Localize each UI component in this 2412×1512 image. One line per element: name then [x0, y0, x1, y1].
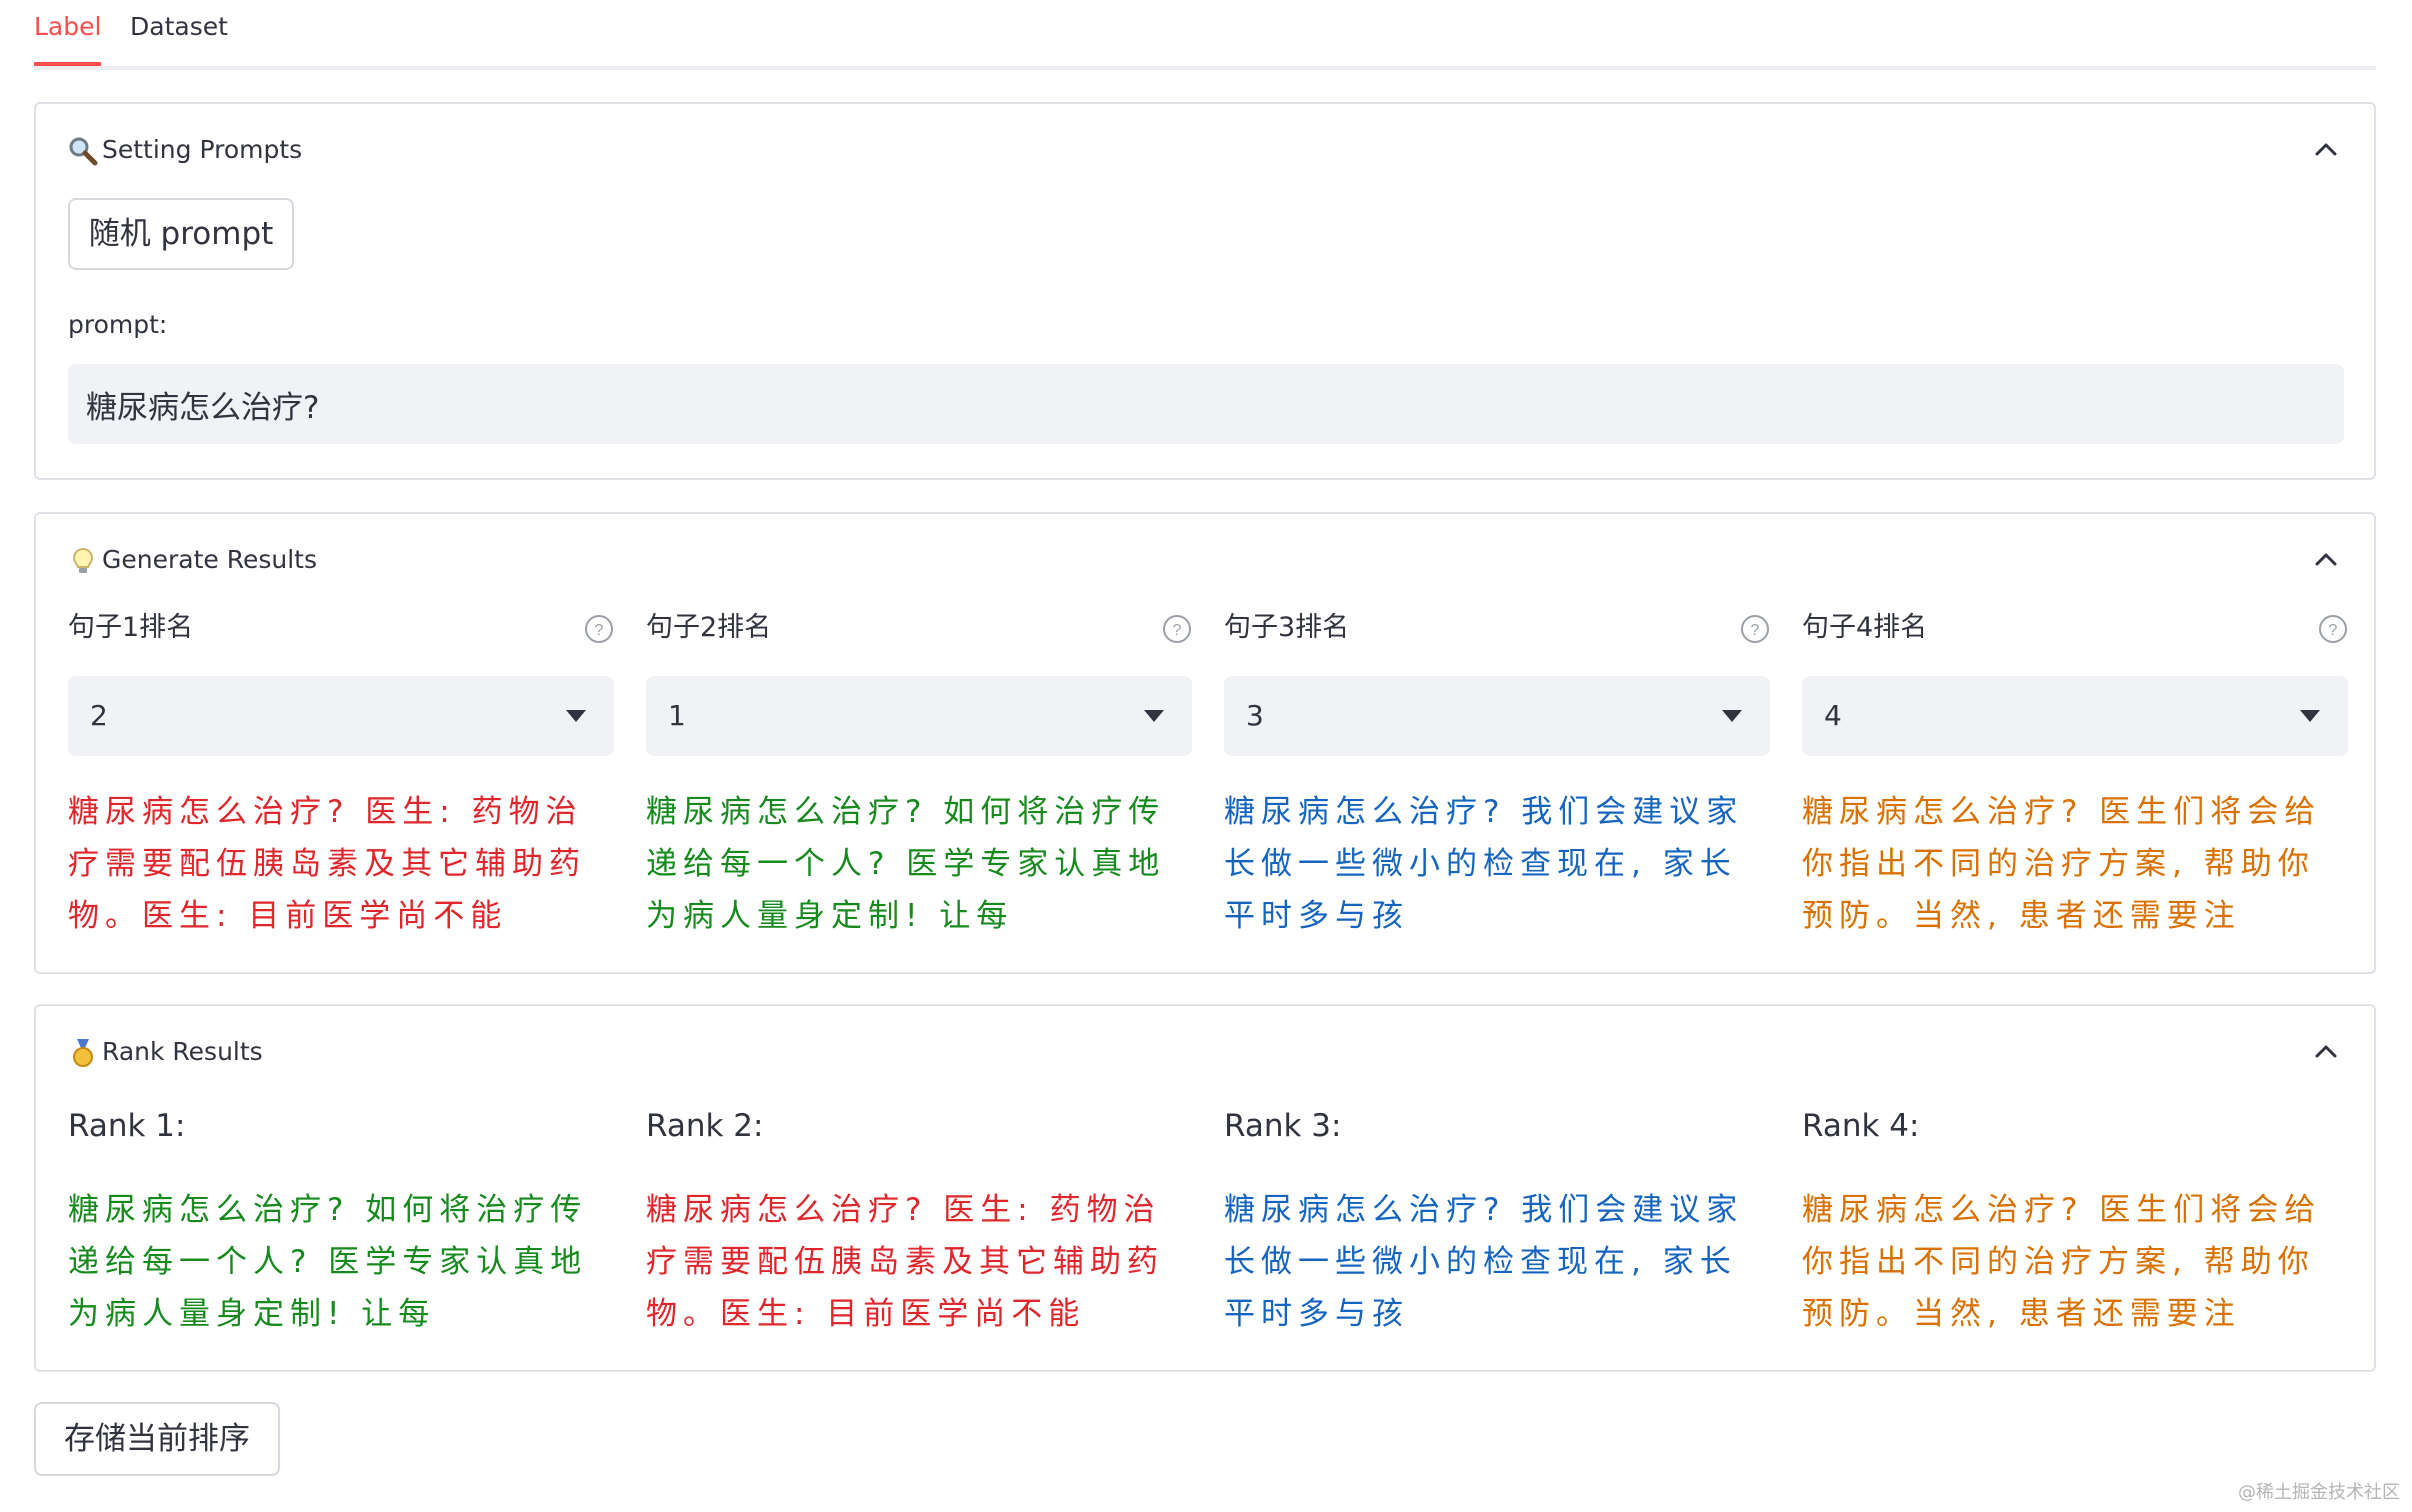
rank-results-title: Rank Results	[102, 1037, 263, 1066]
svg-text:?: ?	[1173, 622, 1182, 639]
tab-label[interactable]: Label	[34, 10, 102, 66]
sentence-1-rank-label: 句子1排名	[68, 612, 194, 643]
sentence-3-rank-label: 句子3排名	[1224, 612, 1350, 643]
generate-results-header[interactable]: Generate Results	[36, 514, 2374, 606]
save-ranking-button[interactable]: 存储当前排序	[34, 1402, 280, 1476]
caret-down-icon	[2300, 710, 2320, 722]
medal-icon	[73, 1039, 93, 1067]
rank-4-text: 糖尿病怎么治疗? 医生们将会给你指出不同的治疗方案, 帮助你预防。当然, 患者还…	[1802, 1192, 2322, 1332]
sentence-2-column: 句子2排名 ? 1 糖尿病怎么治疗? 如何将治疗传递给每一个人? 医学专家认真地…	[646, 610, 1192, 950]
sentence-2-rank-select[interactable]: 1	[646, 676, 1192, 756]
rank-1-label: Rank 1:	[68, 1108, 186, 1144]
sentence-2-rank-label: 句子2排名	[646, 612, 772, 643]
rank-2-column: Rank 2: 糖尿病怎么治疗? 医生: 药物治疗需要配伍胰岛素及其它辅助药物。…	[646, 1104, 1192, 1354]
setting-prompts-title: Setting Prompts	[102, 135, 303, 164]
caret-down-icon	[1144, 710, 1164, 722]
lightbulb-icon	[72, 547, 94, 573]
prompt-label: prompt:	[68, 310, 168, 339]
chevron-up-icon[interactable]	[2314, 550, 2338, 568]
random-prompt-button[interactable]: 随机 prompt	[68, 198, 294, 270]
sentence-4-column: 句子4排名 ? 4 糖尿病怎么治疗? 医生们将会给你指出不同的治疗方案, 帮助你…	[1802, 610, 2348, 950]
rank-2-text: 糖尿病怎么治疗? 医生: 药物治疗需要配伍胰岛素及其它辅助药物。医生: 目前医学…	[646, 1192, 1164, 1332]
generate-results-title: Generate Results	[102, 545, 317, 574]
sentence-3-rank-value: 3	[1246, 699, 1264, 732]
rank-4-column: Rank 4: 糖尿病怎么治疗? 医生们将会给你指出不同的治疗方案, 帮助你预防…	[1802, 1104, 2348, 1354]
generate-results-expander: Generate Results 句子1排名 ? 2 糖尿病怎么治疗? 医生: …	[34, 512, 2376, 974]
sentence-4-text: 糖尿病怎么治疗? 医生们将会给你指出不同的治疗方案, 帮助你预防。当然, 患者还…	[1802, 794, 2322, 934]
chevron-up-icon[interactable]	[2314, 140, 2338, 158]
rank-2-label: Rank 2:	[646, 1108, 764, 1144]
sentence-4-rank-value: 4	[1824, 699, 1842, 732]
caret-down-icon	[1722, 710, 1742, 722]
sentence-3-column: 句子3排名 ? 3 糖尿病怎么治疗? 我们会建议家长做一些微小的检查现在, 家长…	[1224, 610, 1770, 950]
tab-dataset[interactable]: Dataset	[130, 10, 228, 62]
setting-prompts-header[interactable]: Setting Prompts	[36, 104, 2374, 196]
rank-4-label: Rank 4:	[1802, 1108, 1920, 1144]
tab-bar: Label Dataset	[34, 0, 2376, 70]
help-icon[interactable]: ?	[1740, 614, 1770, 644]
watermark: @稀土掘金技术社区	[2238, 1482, 2400, 1503]
rank-results-expander: Rank Results Rank 1: 糖尿病怎么治疗? 如何将治疗传递给每一…	[34, 1004, 2376, 1372]
svg-text:?: ?	[2329, 622, 2338, 639]
chevron-up-icon[interactable]	[2314, 1042, 2338, 1060]
sentence-1-text: 糖尿病怎么治疗? 医生: 药物治疗需要配伍胰岛素及其它辅助药物。医生: 目前医学…	[68, 794, 586, 934]
magnifier-icon	[69, 137, 98, 166]
help-icon[interactable]: ?	[1162, 614, 1192, 644]
sentence-2-text: 糖尿病怎么治疗? 如何将治疗传递给每一个人? 医学专家认真地为病人量身定制! 让…	[646, 794, 1166, 934]
svg-text:?: ?	[595, 622, 604, 639]
prompt-input[interactable]	[68, 364, 2344, 444]
svg-text:?: ?	[1751, 622, 1760, 639]
rank-3-text: 糖尿病怎么治疗? 我们会建议家长做一些微小的检查现在, 家长平时多与孩	[1224, 1192, 1744, 1332]
rank-1-column: Rank 1: 糖尿病怎么治疗? 如何将治疗传递给每一个人? 医学专家认真地为病…	[68, 1104, 614, 1354]
rank-1-text: 糖尿病怎么治疗? 如何将治疗传递给每一个人? 医学专家认真地为病人量身定制! 让…	[68, 1192, 588, 1332]
rank-3-label: Rank 3:	[1224, 1108, 1342, 1144]
setting-prompts-expander: Setting Prompts 随机 prompt prompt:	[34, 102, 2376, 480]
sentence-1-rank-value: 2	[90, 699, 108, 732]
sentence-3-rank-select[interactable]: 3	[1224, 676, 1770, 756]
help-icon[interactable]: ?	[584, 614, 614, 644]
sentence-2-rank-value: 1	[668, 699, 686, 732]
rank-3-column: Rank 3: 糖尿病怎么治疗? 我们会建议家长做一些微小的检查现在, 家长平时…	[1224, 1104, 1770, 1354]
rank-results-header[interactable]: Rank Results	[36, 1006, 2374, 1098]
sentence-3-text: 糖尿病怎么治疗? 我们会建议家长做一些微小的检查现在, 家长平时多与孩	[1224, 794, 1744, 934]
sentence-1-column: 句子1排名 ? 2 糖尿病怎么治疗? 医生: 药物治疗需要配伍胰岛素及其它辅助药…	[68, 610, 614, 950]
caret-down-icon	[566, 710, 586, 722]
sentence-4-rank-label: 句子4排名	[1802, 612, 1928, 643]
sentence-4-rank-select[interactable]: 4	[1802, 676, 2348, 756]
help-icon[interactable]: ?	[2318, 614, 2348, 644]
sentence-1-rank-select[interactable]: 2	[68, 676, 614, 756]
